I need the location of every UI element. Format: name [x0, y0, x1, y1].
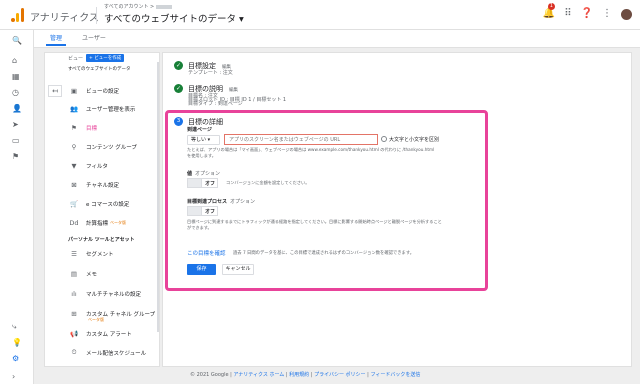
left-rail: 🔍 ⌂ ▦ ◷ 👤 ➤ ▭ ⚑ ⤷ 💡 ⚙ › — [0, 30, 34, 384]
search-icon[interactable]: 🔍 — [12, 36, 22, 46]
acquisition-icon[interactable]: ➤ — [12, 120, 19, 130]
check-icon: ✓ — [174, 84, 183, 93]
case-sensitive-label: 大文字と小文字を区別 — [389, 137, 440, 143]
funnel-toggle[interactable]: オフ — [187, 206, 218, 216]
sidebar-item-view-settings[interactable]: ▣ ビューの設定 — [68, 83, 158, 98]
admin-gear-icon[interactable]: ⚙ — [12, 354, 19, 364]
help-icon[interactable]: ❓ — [581, 8, 593, 20]
sidebar-item-ecommerce[interactable]: 🛒 e コマースの設定 — [68, 196, 158, 211]
behavior-icon[interactable]: ▭ — [12, 136, 20, 146]
sidebar-item-custom-alerts[interactable]: 📢 カスタム アラート — [68, 326, 158, 341]
goal-description-title: 目標の説明 — [188, 85, 223, 93]
alert-icon: 📢 — [69, 329, 79, 338]
verify-goal-link[interactable]: この目標を確認 — [187, 249, 226, 257]
sidebar-item-multichannel[interactable]: ılı マルチチャネルの設定 — [68, 286, 158, 301]
custom-channel-icon: ⊞ — [71, 309, 77, 318]
admin-tabs: 管理 ユーザー — [34, 30, 640, 48]
cancel-button[interactable]: キャンセル — [222, 264, 254, 275]
sidebar-item-channel-settings[interactable]: ⊠ チャネル設定 — [68, 177, 158, 192]
goal-description-edit-link[interactable]: 編集 — [229, 88, 238, 93]
value-label: 値オプション — [187, 171, 221, 177]
users-icon: 👥 — [69, 104, 79, 113]
divider — [96, 7, 97, 24]
analytics-logo-icon[interactable] — [10, 8, 24, 22]
flag-icon: ⚑ — [71, 123, 77, 132]
copyright-text: © 2021 Google | — [190, 372, 232, 378]
content-group-icon: ⚲ — [71, 142, 77, 151]
sidebar-item-goals[interactable]: ⚑ 目標 — [68, 120, 158, 135]
segment-icon: ☰ — [71, 249, 77, 258]
sidebar-item-email-schedule[interactable]: ⏲ メール配信スケジュール — [68, 345, 158, 360]
value-toggle[interactable]: オフ — [187, 178, 218, 188]
top-bar: アナリティクス すべてのアカウント > すべてのウェブサイトのデータ ▾ 🔔 1 … — [0, 0, 640, 30]
case-sensitive-checkbox[interactable] — [381, 136, 387, 142]
conversions-icon[interactable]: ⚑ — [12, 152, 19, 162]
home-icon[interactable]: ⌂ — [12, 56, 17, 66]
view-label: ビュー — [68, 56, 84, 62]
memo-icon: ▤ — [70, 269, 78, 278]
goal-type-text: 目標タイプ : 到達ページ — [188, 101, 243, 107]
view-settings-icon: ▣ — [70, 86, 78, 95]
funnel-label: 目標到達プロセス オプション — [187, 199, 256, 205]
notification-badge: 1 — [547, 3, 555, 10]
more-vert-icon[interactable]: ⋮ — [602, 8, 612, 20]
footer-link-terms[interactable]: 利用規約 — [289, 372, 309, 378]
tab-admin[interactable]: 管理 — [45, 33, 67, 46]
realtime-icon[interactable]: ◷ — [12, 88, 19, 98]
sidebar-item-segments[interactable]: ☰ セグメント — [68, 246, 158, 261]
app-name: アナリティクス — [30, 13, 99, 24]
audience-icon[interactable]: 👤 — [12, 104, 22, 114]
verify-goal-description: 過去 7 日間のデータを基に、この目標で達成されるはずのコンバージョン数を確認で… — [233, 251, 414, 256]
value-help-text: コンバージョンに金額を設定してください。 — [226, 180, 310, 185]
sidebar-item-content-groups[interactable]: ⚲ コンテンツ グループ — [68, 139, 158, 154]
footer-link-analytics-home[interactable]: アナリティクス ホーム — [233, 372, 284, 378]
sidebar-item-filters[interactable]: ▼ フィルタ — [68, 158, 158, 173]
apps-grid-icon[interactable]: ⠿ — [564, 8, 571, 20]
cart-icon: 🛒 — [69, 199, 79, 208]
discover-icon[interactable]: 💡 — [12, 338, 22, 348]
view-name[interactable]: すべてのウェブサイトのデータ — [68, 66, 131, 72]
attribution-icon[interactable]: ⤷ — [12, 322, 16, 332]
channel-icon: ⊠ — [71, 180, 77, 189]
check-icon: ✓ — [174, 61, 183, 70]
funnel-help-text: 目標ページに到達するまでにトラフィックが通る経路を指定してください。目標に影響す… — [187, 219, 442, 230]
goal-setup-title: 目標設定 — [188, 62, 216, 70]
avatar[interactable] — [621, 8, 632, 20]
match-type-select[interactable]: 等しい ▾ — [187, 135, 220, 145]
expand-icon[interactable]: › — [12, 372, 15, 382]
sidebar-item-user-management[interactable]: 👥 ユーザー管理を表示 — [68, 101, 158, 116]
create-view-button[interactable]: + ビューを作成 — [86, 54, 125, 62]
multichannel-icon: ılı — [71, 289, 77, 298]
step-number-badge: 3 — [174, 117, 183, 126]
account-breadcrumb[interactable]: すべてのアカウント > — [104, 3, 173, 10]
personal-tools-heading: パーソナル ツールとアセット — [68, 237, 135, 243]
destination-url-input[interactable] — [224, 134, 378, 145]
save-button[interactable]: 保存 — [187, 264, 216, 275]
back-arrow-icon[interactable]: ↤ — [48, 85, 62, 97]
footer-link-feedback[interactable]: フィードバックを送信 — [370, 372, 420, 378]
notifications-icon[interactable]: 🔔 1 — [543, 3, 555, 20]
tab-user[interactable]: ユーザー — [82, 33, 106, 42]
destination-help-text: たとえば、アプリの場合は「マイ画面」、ウェブページの場合は www.exampl… — [187, 147, 435, 158]
calc-icon: Dd — [69, 218, 79, 227]
destination-label: 到達ページ — [187, 127, 212, 133]
sidebar-item-custom-channel[interactable]: ⊞ カスタム チャネル グループ ベータ版 — [68, 306, 158, 323]
property-selector[interactable]: すべてのウェブサイトのデータ ▾ — [104, 11, 244, 25]
filter-icon: ▼ — [71, 161, 77, 170]
footer-link-privacy[interactable]: プライバシー ポリシー — [314, 372, 366, 378]
customization-icon[interactable]: ▦ — [12, 72, 20, 82]
sidebar-item-memo[interactable]: ▤ メモ — [68, 266, 158, 281]
goal-setup-template: テンプレート : 注文 — [188, 70, 233, 76]
sidebar-item-calculated-metrics[interactable]: Dd 計算指標 ベータ版 — [68, 215, 158, 230]
footer: © 2021 Google | アナリティクス ホーム | 利用規約 | プライ… — [190, 372, 421, 378]
schedule-icon: ⏲ — [71, 348, 77, 356]
